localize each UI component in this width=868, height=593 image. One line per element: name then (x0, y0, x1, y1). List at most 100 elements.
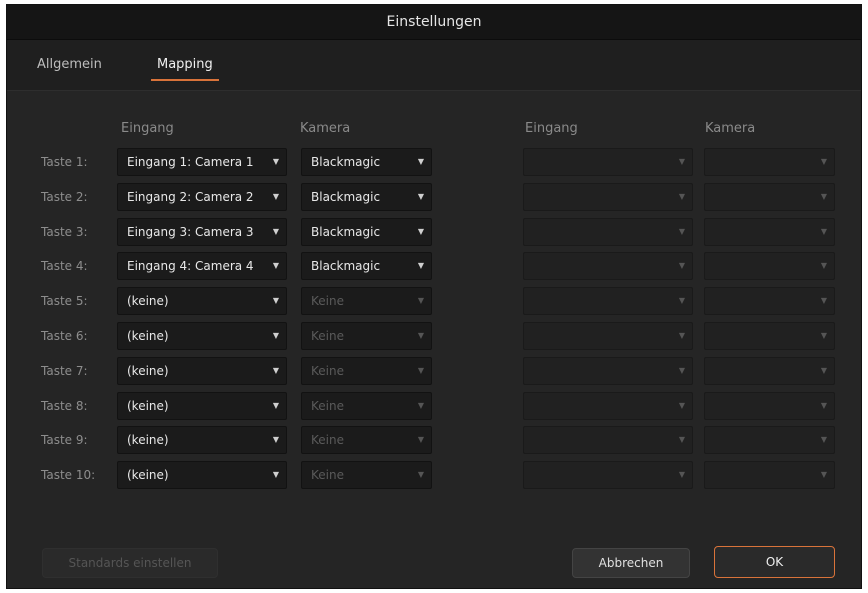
chevron-down-icon: ▼ (417, 435, 424, 444)
row-label: Taste 7: (41, 364, 88, 378)
row-label: Taste 2: (41, 190, 88, 204)
row-label: Taste 5: (41, 294, 88, 308)
camera-select[interactable]: Blackmagic ▼ (301, 183, 432, 211)
chevron-down-icon: ▼ (272, 470, 279, 479)
input-select-right[interactable]: ▼ (523, 426, 693, 454)
tab-allgemein[interactable]: Allgemein (37, 57, 102, 72)
column-header-eingang-right: Eingang (525, 121, 578, 136)
chevron-down-icon: ▼ (678, 157, 685, 166)
camera-select-right[interactable]: ▼ (704, 357, 835, 385)
dialog-title-bar: Einstellungen (7, 5, 861, 40)
chevron-down-icon: ▼ (272, 192, 279, 201)
camera-select-right[interactable]: ▼ (704, 183, 835, 211)
camera-select: Keine ▼ (301, 461, 432, 489)
input-select-value: Eingang 1: Camera 1 (127, 155, 254, 169)
cancel-button[interactable]: Abbrechen (572, 548, 690, 578)
active-tab-indicator (151, 79, 219, 81)
chevron-down-icon: ▼ (678, 331, 685, 340)
input-select[interactable]: (keine) ▼ (117, 322, 287, 350)
camera-select[interactable]: Blackmagic ▼ (301, 148, 432, 176)
row-label: Taste 8: (41, 399, 88, 413)
chevron-down-icon: ▼ (417, 261, 424, 270)
camera-select-value: Keine (311, 329, 344, 343)
camera-select-right[interactable]: ▼ (704, 322, 835, 350)
camera-select-right[interactable]: ▼ (704, 461, 835, 489)
row-label: Taste 3: (41, 225, 88, 239)
input-select[interactable]: (keine) ▼ (117, 461, 287, 489)
input-select-right[interactable]: ▼ (523, 461, 693, 489)
camera-select: Keine ▼ (301, 426, 432, 454)
camera-select-right[interactable]: ▼ (704, 392, 835, 420)
camera-select-value: Blackmagic (311, 155, 381, 169)
chevron-down-icon: ▼ (678, 296, 685, 305)
input-select-right[interactable]: ▼ (523, 148, 693, 176)
chevron-down-icon: ▼ (272, 261, 279, 270)
chevron-down-icon: ▼ (820, 192, 827, 201)
input-select-right[interactable]: ▼ (523, 287, 693, 315)
ok-button[interactable]: OK (714, 546, 835, 578)
chevron-down-icon: ▼ (820, 401, 827, 410)
chevron-down-icon: ▼ (820, 331, 827, 340)
column-header-kamera-left: Kamera (300, 121, 351, 136)
input-select-value: (keine) (127, 399, 169, 413)
input-select[interactable]: Eingang 2: Camera 2 ▼ (117, 183, 287, 211)
input-select-value: Eingang 3: Camera 3 (127, 225, 254, 239)
camera-select-right[interactable]: ▼ (704, 252, 835, 280)
camera-select: Keine ▼ (301, 322, 432, 350)
set-defaults-button[interactable]: Standards einstellen (42, 548, 218, 578)
camera-select-right[interactable]: ▼ (704, 218, 835, 246)
camera-select[interactable]: Blackmagic ▼ (301, 218, 432, 246)
chevron-down-icon: ▼ (272, 296, 279, 305)
input-select-value: (keine) (127, 294, 169, 308)
tab-mapping[interactable]: Mapping (151, 57, 219, 81)
input-select-right[interactable]: ▼ (523, 183, 693, 211)
input-select-right[interactable]: ▼ (523, 218, 693, 246)
input-select-right[interactable]: ▼ (523, 357, 693, 385)
chevron-down-icon: ▼ (820, 261, 827, 270)
camera-select-value: Blackmagic (311, 259, 381, 273)
camera-select-right[interactable]: ▼ (704, 426, 835, 454)
chevron-down-icon: ▼ (272, 331, 279, 340)
chevron-down-icon: ▼ (272, 366, 279, 375)
camera-select-value: Blackmagic (311, 225, 381, 239)
chevron-down-icon: ▼ (820, 157, 827, 166)
chevron-down-icon: ▼ (417, 296, 424, 305)
chevron-down-icon: ▼ (678, 470, 685, 479)
input-select[interactable]: Eingang 3: Camera 3 ▼ (117, 218, 287, 246)
camera-select: Keine ▼ (301, 287, 432, 315)
input-select-right[interactable]: ▼ (523, 252, 693, 280)
input-select-value: (keine) (127, 364, 169, 378)
camera-select[interactable]: Blackmagic ▼ (301, 252, 432, 280)
row-label: Taste 9: (41, 433, 88, 447)
input-select[interactable]: (keine) ▼ (117, 392, 287, 420)
input-select-value: (keine) (127, 468, 169, 482)
input-select[interactable]: Eingang 1: Camera 1 ▼ (117, 148, 287, 176)
chevron-down-icon: ▼ (678, 435, 685, 444)
input-select[interactable]: (keine) ▼ (117, 287, 287, 315)
chevron-down-icon: ▼ (820, 470, 827, 479)
input-select-value: (keine) (127, 329, 169, 343)
input-select[interactable]: (keine) ▼ (117, 357, 287, 385)
input-select[interactable]: Eingang 4: Camera 4 ▼ (117, 252, 287, 280)
camera-select-right[interactable]: ▼ (704, 287, 835, 315)
camera-select-value: Keine (311, 364, 344, 378)
camera-select-value: Keine (311, 468, 344, 482)
chevron-down-icon: ▼ (820, 227, 827, 236)
column-header-eingang-left: Eingang (121, 121, 174, 136)
input-select-value: (keine) (127, 433, 169, 447)
input-select[interactable]: (keine) ▼ (117, 426, 287, 454)
camera-select-right[interactable]: ▼ (704, 148, 835, 176)
chevron-down-icon: ▼ (272, 401, 279, 410)
chevron-down-icon: ▼ (678, 227, 685, 236)
camera-select-value: Keine (311, 433, 344, 447)
input-select-value: Eingang 4: Camera 4 (127, 259, 254, 273)
chevron-down-icon: ▼ (417, 366, 424, 375)
camera-select-value: Keine (311, 294, 344, 308)
chevron-down-icon: ▼ (678, 261, 685, 270)
input-select-right[interactable]: ▼ (523, 322, 693, 350)
chevron-down-icon: ▼ (417, 227, 424, 236)
input-select-right[interactable]: ▼ (523, 392, 693, 420)
chevron-down-icon: ▼ (417, 192, 424, 201)
chevron-down-icon: ▼ (678, 401, 685, 410)
chevron-down-icon: ▼ (820, 296, 827, 305)
